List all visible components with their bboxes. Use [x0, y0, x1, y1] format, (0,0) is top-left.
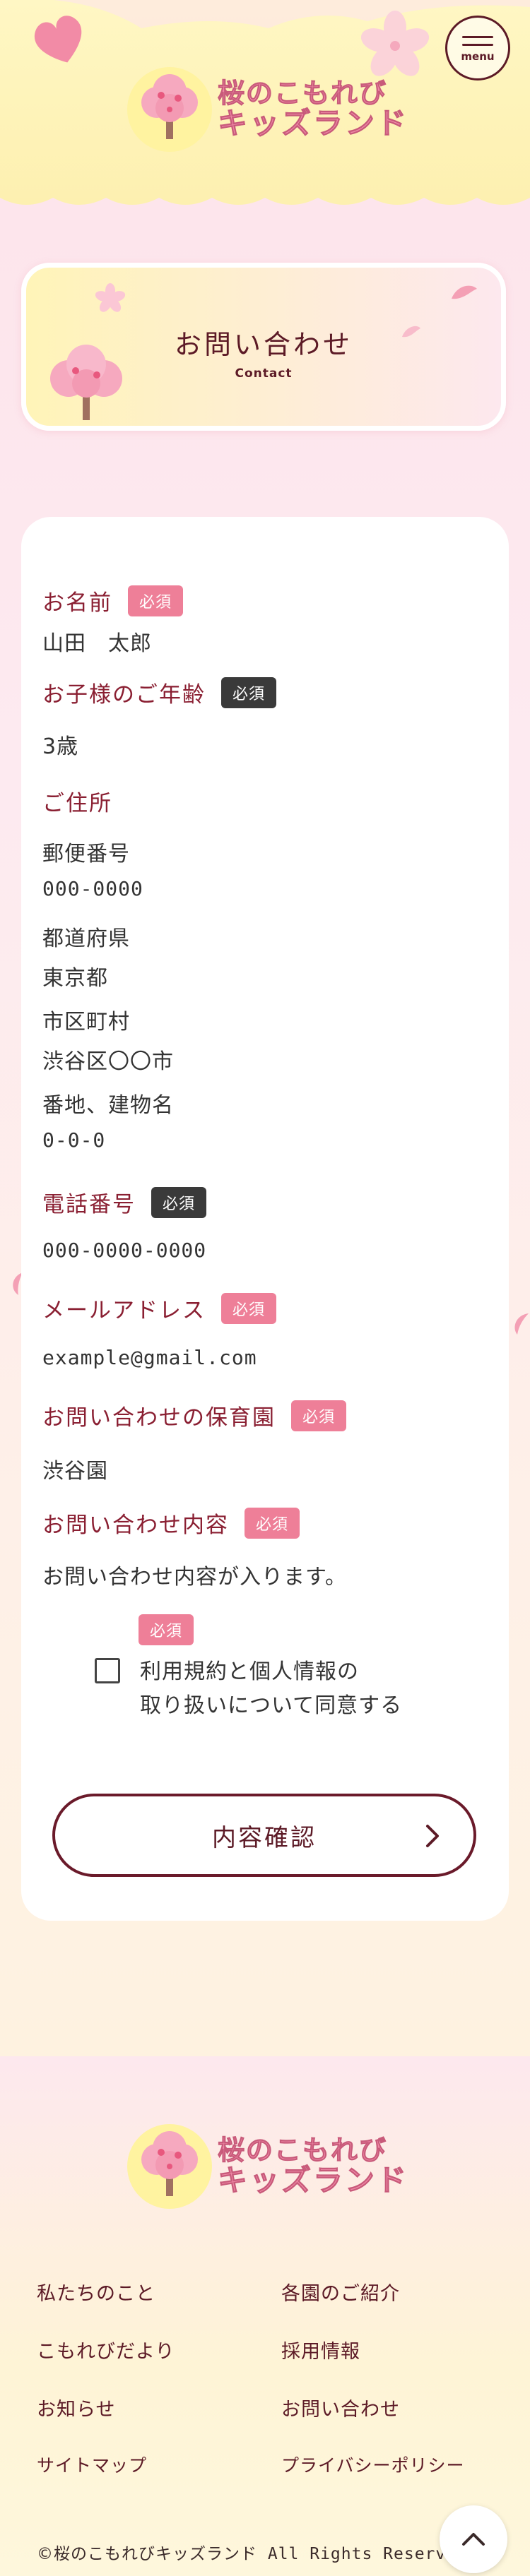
city-value: 渋谷区〇〇市 — [42, 1049, 174, 1074]
email-value: example@gmail.com — [42, 1346, 257, 1369]
name-field-label: お名前 必須 — [42, 585, 184, 616]
footer-link-newsletter[interactable]: こもれびだより — [37, 2336, 175, 2363]
child-age-value: 3歳 — [42, 734, 79, 759]
required-badge: 必須 — [151, 1186, 207, 1218]
content-value: お問い合わせ内容が入ります。 — [42, 1565, 347, 1590]
petal-icon — [452, 285, 477, 299]
sakura-flower-icon — [95, 283, 126, 312]
phone-label: 電話番号 — [42, 1192, 136, 1217]
agree-label-line1: 利用規約と個人情報の — [140, 1659, 359, 1684]
postal-code-value: 000-0000 — [42, 877, 143, 900]
street-label: 番地、建物名 — [42, 1093, 174, 1118]
footer-logo[interactable]: 桜のこもれび キッズランド — [127, 2124, 408, 2209]
page-title: お問い合わせ — [174, 329, 353, 360]
footer-logo-text-line2: キッズランド — [217, 2162, 409, 2198]
required-badge: 必須 — [221, 676, 277, 708]
address-label: ご住所 — [42, 791, 112, 816]
agree-label[interactable]: 利用規約と個人情報の 取り扱いについて同意する — [140, 1655, 402, 1723]
content-field-label: お問い合わせ内容 必須 — [42, 1507, 300, 1539]
footer-link-about[interactable]: 私たちのこと — [37, 2278, 155, 2306]
confirm-button[interactable]: 内容確認 — [52, 1794, 476, 1877]
contact-form-card: お名前 必須 山田 太郎 お子様のご年齢 必須 3歳 ご住所 郵便番号 000-… — [21, 517, 509, 1921]
child-age-field-label: お子様のご年齢 必須 — [42, 676, 277, 708]
petal-icon — [514, 1313, 529, 1335]
page-title-banner: お問い合わせ Contact — [21, 263, 506, 431]
cherry-tree-icon — [127, 67, 212, 152]
footer-link-news[interactable]: お知らせ — [37, 2394, 115, 2421]
nursery-value: 渋谷園 — [42, 1459, 108, 1484]
heart-petal-icon — [34, 16, 82, 63]
footer-link-recruit[interactable]: 採用情報 — [281, 2336, 360, 2363]
name-value: 山田 太郎 — [42, 631, 152, 656]
site-header: 桜のこもれび キッズランド menu — [0, 0, 530, 226]
required-badge: 必須 — [221, 1292, 277, 1324]
nursery-label: お問い合わせの保育園 — [42, 1405, 276, 1431]
phone-field-label: 電話番号 必須 — [42, 1186, 207, 1218]
chevron-right-icon — [426, 1825, 439, 1847]
confirm-button-label: 内容確認 — [212, 1823, 317, 1852]
footer-link-privacy[interactable]: プライバシーポリシー — [281, 2452, 465, 2477]
phone-value: 000-0000-0000 — [42, 1239, 207, 1262]
cherry-tree-icon — [127, 2124, 212, 2209]
chevron-up-icon — [462, 2533, 485, 2546]
back-to-top-button[interactable] — [440, 2505, 507, 2573]
required-badge: 必須 — [128, 585, 184, 616]
postal-code-label: 郵便番号 — [42, 842, 130, 866]
name-label: お名前 — [42, 590, 112, 616]
city-label: 市区町村 — [42, 1010, 130, 1034]
required-badge: 必須 — [291, 1400, 347, 1431]
prefecture-value: 東京都 — [42, 966, 108, 991]
street-value: 0-0-0 — [42, 1128, 106, 1152]
copyright-brand: ©桜のこもれびキッズランド — [37, 2545, 257, 2563]
footer-logo-text-line1: 桜のこもれび — [217, 2135, 388, 2166]
child-age-label: お子様のご年齢 — [42, 682, 206, 708]
content-label: お問い合わせ内容 — [42, 1513, 229, 1538]
footer-link-contact[interactable]: お問い合わせ — [281, 2394, 400, 2421]
email-field-label: メールアドレス 必須 — [42, 1292, 277, 1324]
required-badge: 必須 — [139, 1614, 194, 1645]
logo-text-line2: キッズランド — [217, 105, 409, 141]
address-field-label: ご住所 — [42, 785, 112, 817]
footer-link-nurseries[interactable]: 各園のご紹介 — [281, 2278, 400, 2306]
email-label: メールアドレス — [42, 1298, 206, 1323]
menu-button[interactable]: menu — [445, 16, 510, 80]
logo-text-line1: 桜のこもれび — [217, 78, 388, 109]
menu-label: menu — [461, 50, 495, 63]
footer-link-sitemap[interactable]: サイトマップ — [37, 2452, 147, 2477]
nursery-field-label: お問い合わせの保育園 必須 — [42, 1400, 347, 1431]
prefecture-label: 都道府県 — [42, 926, 130, 951]
copyright: ©桜のこもれびキッズランド All Rights Reserved. — [37, 2540, 478, 2564]
required-badge: 必須 — [245, 1507, 300, 1539]
site-logo[interactable]: 桜のこもれび キッズランド — [127, 67, 408, 152]
hamburger-icon — [462, 36, 493, 38]
agree-label-line2: 取り扱いについて同意する — [140, 1693, 403, 1718]
page-subtitle: Contact — [235, 366, 293, 381]
agree-checkbox[interactable] — [95, 1658, 120, 1683]
